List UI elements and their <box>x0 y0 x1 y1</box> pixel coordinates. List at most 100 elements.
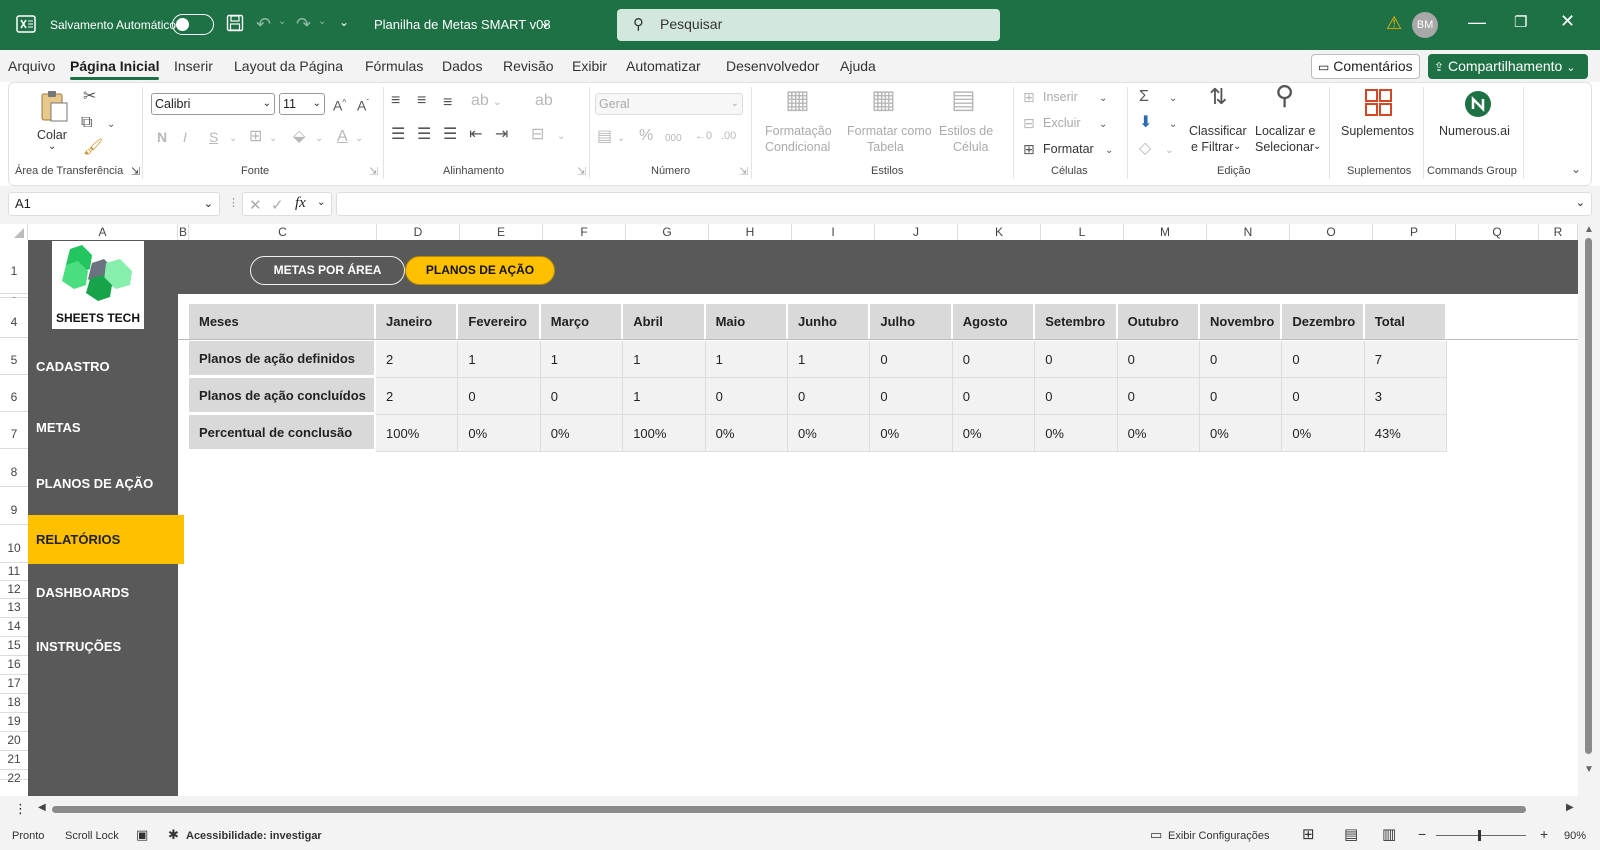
table-cell[interactable]: 0 <box>458 378 541 415</box>
format-as-table-label[interactable]: Formatar como <box>847 123 932 139</box>
align-top-icon[interactable]: ≡ <box>391 93 400 109</box>
delete-cells-button[interactable]: Excluir <box>1043 115 1081 131</box>
find-chevron-icon[interactable]: ⌄ <box>1313 139 1321 155</box>
title-chevron-down-icon[interactable]: ⌄ <box>540 15 551 31</box>
tab-arquivo[interactable]: Arquivo <box>8 58 55 74</box>
row-header[interactable]: 16 <box>0 656 28 675</box>
column-header[interactable]: J <box>875 224 958 240</box>
nav-instrucoes[interactable]: INSTRUÇÕES <box>36 639 121 654</box>
table-header-cell[interactable]: Total <box>1364 304 1446 339</box>
table-cell[interactable]: 0% <box>1200 415 1283 452</box>
cell-styles-icon[interactable]: ▤ <box>951 86 976 112</box>
minimize-icon[interactable]: — <box>1468 12 1486 33</box>
row-header[interactable]: 13 <box>0 599 28 618</box>
row-header[interactable]: 8 <box>0 449 28 487</box>
metas-por-area-button[interactable]: METAS POR ÁREA <box>250 256 405 285</box>
tab-revisao[interactable]: Revisão <box>503 58 554 74</box>
align-middle-icon[interactable]: ≡ <box>417 93 426 109</box>
cancel-icon[interactable]: ✕ <box>249 196 262 214</box>
row-header[interactable]: 11 <box>0 563 28 581</box>
format-as-table-label-2[interactable]: Tabela <box>867 139 904 155</box>
decrease-decimal-icon[interactable]: .00 <box>721 128 736 144</box>
fill-chevron-icon[interactable]: ⌄ <box>1169 117 1177 133</box>
ribbon-collapse-chevron-icon[interactable]: ⌄ <box>1571 161 1581 177</box>
sheet-options-icon[interactable]: ⋮ <box>14 801 27 817</box>
merge-cells-icon[interactable]: ⊟ <box>531 127 544 143</box>
table-cell[interactable]: 0% <box>1282 415 1365 452</box>
table-cell[interactable]: 0 <box>1035 341 1118 378</box>
table-header-cell[interactable]: Meses <box>189 304 374 339</box>
insert-cells-button[interactable]: Inserir <box>1043 89 1078 105</box>
column-header[interactable]: N <box>1207 224 1290 240</box>
tab-inserir[interactable]: Inserir <box>174 58 213 74</box>
zoom-slider-thumb[interactable] <box>1478 830 1481 841</box>
table-row-label[interactable]: Planos de ação concluídos <box>189 378 374 412</box>
table-cell[interactable]: 0% <box>458 415 541 452</box>
column-header[interactable]: B <box>178 224 189 240</box>
format-as-table-icon[interactable]: ▦ <box>871 86 896 112</box>
fill-color-icon[interactable]: ⬙ <box>293 129 305 145</box>
decrease-indent-icon[interactable]: ⇤ <box>469 127 482 143</box>
table-cell[interactable]: 1 <box>788 341 871 378</box>
row-header[interactable]: 1 <box>0 240 28 294</box>
column-header[interactable]: K <box>958 224 1041 240</box>
fx-chevron-icon[interactable]: ⌄ <box>317 197 325 208</box>
row-header[interactable]: 15 <box>0 637 28 656</box>
close-icon[interactable]: ✕ <box>1560 11 1575 32</box>
orientation-chevron-icon[interactable]: ⌄ <box>493 95 501 111</box>
paste-chevron-icon[interactable]: ⌄ <box>48 139 56 155</box>
table-header-cell[interactable]: Maio <box>705 304 786 339</box>
font-color-icon[interactable]: A <box>337 129 348 145</box>
insert-chevron-icon[interactable]: ⌄ <box>1099 91 1107 107</box>
wrap-text-icon[interactable]: ab <box>535 93 553 109</box>
bold-button[interactable]: N <box>157 129 167 145</box>
format-chevron-icon[interactable]: ⌄ <box>1105 143 1113 159</box>
display-settings-icon[interactable]: ▭ <box>1150 827 1162 843</box>
tab-automatizar[interactable]: Automatizar <box>626 58 701 74</box>
tab-formulas[interactable]: Fórmulas <box>365 58 423 74</box>
nav-cadastro[interactable]: CADASTRO <box>36 359 110 374</box>
table-cell[interactable]: 0 <box>952 378 1036 415</box>
zoom-slider[interactable] <box>1436 830 1526 841</box>
scroll-up-icon[interactable]: ▲ <box>1584 224 1594 235</box>
zoom-in-icon[interactable]: + <box>1540 826 1548 842</box>
nav-planos-de-acao[interactable]: PLANOS DE AÇÃO <box>36 476 153 491</box>
thousands-button[interactable]: 000 <box>665 131 682 147</box>
share-button[interactable]: ⇪ Compartilhamento ⌄ <box>1428 54 1588 79</box>
table-header-cell[interactable]: Novembro <box>1200 304 1281 339</box>
column-header[interactable]: Q <box>1456 224 1539 240</box>
font-launcher-icon[interactable]: ⇲ <box>369 165 378 178</box>
sort-filter-icon[interactable]: ⇅ <box>1209 86 1227 108</box>
align-bottom-icon[interactable]: ≡ <box>443 95 452 111</box>
decrease-font-icon[interactable]: Aˇ <box>357 95 369 114</box>
currency-icon[interactable]: ▤ <box>597 129 612 145</box>
clear-icon[interactable]: ◇ <box>1139 141 1151 157</box>
underline-button[interactable]: S <box>209 129 218 145</box>
column-header[interactable]: O <box>1290 224 1373 240</box>
planos-de-acao-button[interactable]: PLANOS DE AÇÃO <box>405 256 555 285</box>
table-cell[interactable]: 0 <box>1200 378 1283 415</box>
table-cell[interactable]: 0 <box>1117 341 1200 378</box>
column-header[interactable]: G <box>626 224 709 240</box>
table-cell[interactable]: 0 <box>1282 378 1365 415</box>
row-header[interactable]: 21 <box>0 751 28 770</box>
scroll-left-icon[interactable]: ◀ <box>38 802 46 813</box>
font-size-select[interactable]: 11 ⌄ <box>279 93 325 115</box>
table-cell[interactable]: 2 <box>376 378 459 415</box>
document-title[interactable]: Planilha de Metas SMART v08 <box>374 17 551 32</box>
table-cell[interactable]: 0 <box>540 378 624 415</box>
row-header[interactable]: 19 <box>0 713 28 732</box>
insert-function-button[interactable]: fx <box>295 195 306 212</box>
table-cell[interactable]: 0% <box>952 415 1036 452</box>
scroll-right-icon[interactable]: ▶ <box>1566 802 1574 813</box>
row-header[interactable]: 9 <box>0 487 28 525</box>
find-select-label[interactable]: Localizar e <box>1255 123 1315 139</box>
table-cell[interactable]: 1 <box>458 341 541 378</box>
column-header[interactable]: A <box>28 224 178 240</box>
autosave-toggle[interactable] <box>172 14 214 35</box>
fill-color-chevron-icon[interactable]: ⌄ <box>315 131 323 147</box>
redo-icon[interactable]: ↷ <box>296 14 311 35</box>
table-cell[interactable]: 43% <box>1364 415 1448 452</box>
currency-chevron-icon[interactable]: ⌄ <box>617 131 625 147</box>
merge-chevron-icon[interactable]: ⌄ <box>557 129 565 145</box>
